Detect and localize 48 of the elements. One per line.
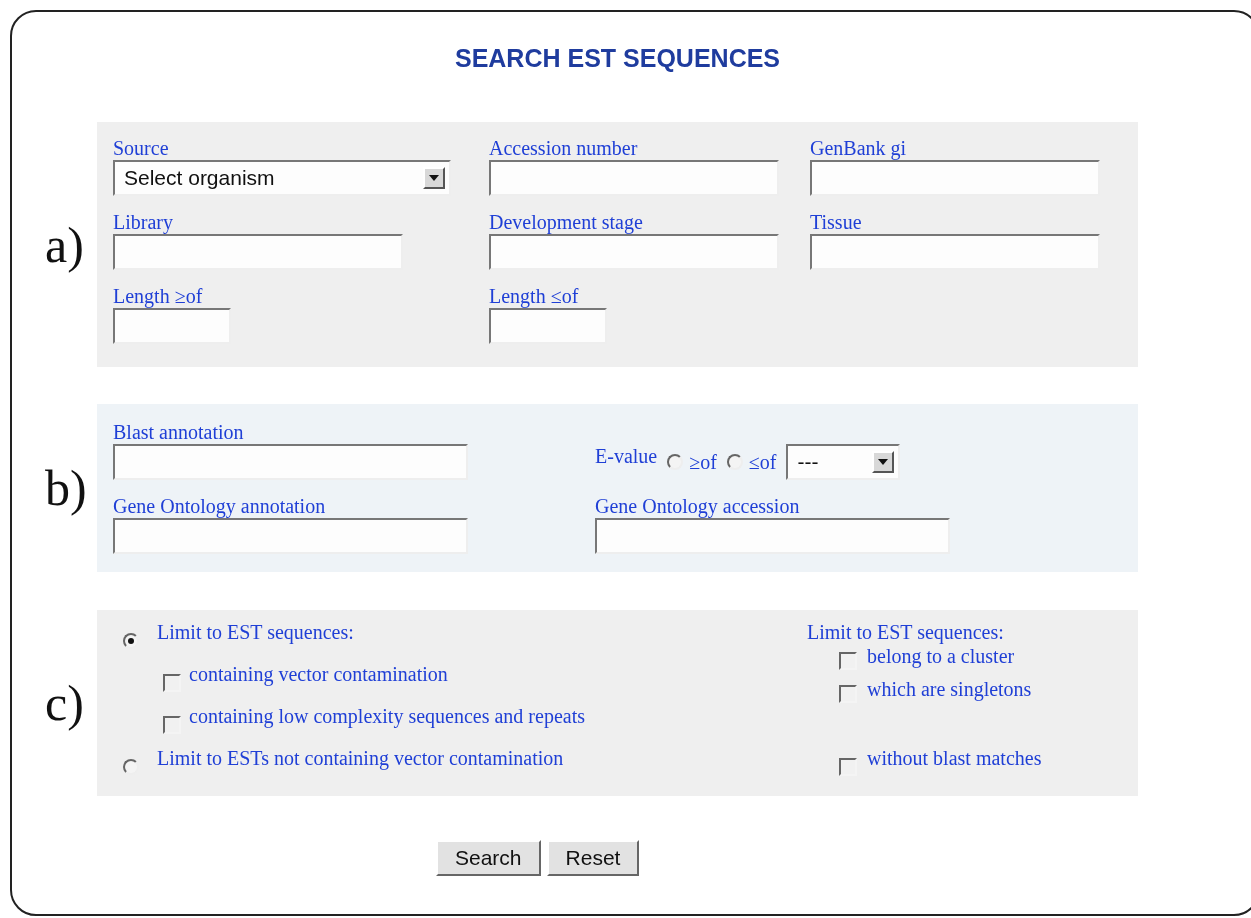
group-heading: Limit to EST sequences: [807,620,1004,644]
option-label: containing vector contamination [189,662,448,686]
field-label: Gene Ontology accession [595,494,800,518]
reset-button[interactable]: Reset [546,840,640,876]
field-label: Source [113,136,169,160]
field-label: GenBank gi [810,136,907,160]
checkbox[interactable] [839,651,857,670]
field-label: Development stage [489,210,643,234]
text-field[interactable] [810,160,1100,196]
page-title: SEARCH EST SEQUENCES [453,43,782,74]
option-label: without blast matches [867,746,1042,770]
option-label: containing low complexity sequences and repeats [189,704,585,728]
field-label: Blast annotation [113,420,244,444]
option-label: Limit to EST sequences: [157,620,354,644]
text-field[interactable] [489,308,607,344]
text-field[interactable] [113,444,468,480]
radio-button[interactable] [726,454,743,470]
option-label: which are singletons [867,677,1032,701]
text-field[interactable] [113,308,231,344]
checkbox[interactable] [839,684,857,703]
radio-button[interactable] [123,633,139,649]
caret-down-icon [429,175,439,181]
text-field[interactable] [810,234,1100,270]
text-field[interactable] [113,518,468,554]
option-label: ≤of [748,450,777,474]
field-label: Library [113,210,173,234]
option-label: Limit to ESTs not containing vector contamination [157,746,564,770]
field-label: Length ≤of [489,284,579,308]
text-field[interactable] [489,160,779,196]
radio-button[interactable] [667,454,684,470]
select-field[interactable]: Select organism [113,160,451,196]
field-label: Tissue [810,210,862,234]
select-field[interactable]: --- [786,444,901,480]
field-label: Gene Ontology annotation [113,494,326,518]
radio-button[interactable] [123,759,139,775]
field-label: Accession number [489,136,638,160]
option-label: ≥of [689,450,717,474]
field-label: E-value [595,444,658,468]
text-field[interactable] [113,234,403,270]
text-field[interactable] [489,234,779,270]
checkbox[interactable] [163,674,181,692]
checkbox[interactable] [839,758,857,776]
option-label: belong to a cluster [867,644,1015,668]
search-button[interactable]: Search [436,840,541,876]
text-field[interactable] [595,518,950,554]
checkbox[interactable] [163,716,181,734]
caret-down-icon [878,459,889,465]
field-label: Length ≥of [113,284,203,308]
